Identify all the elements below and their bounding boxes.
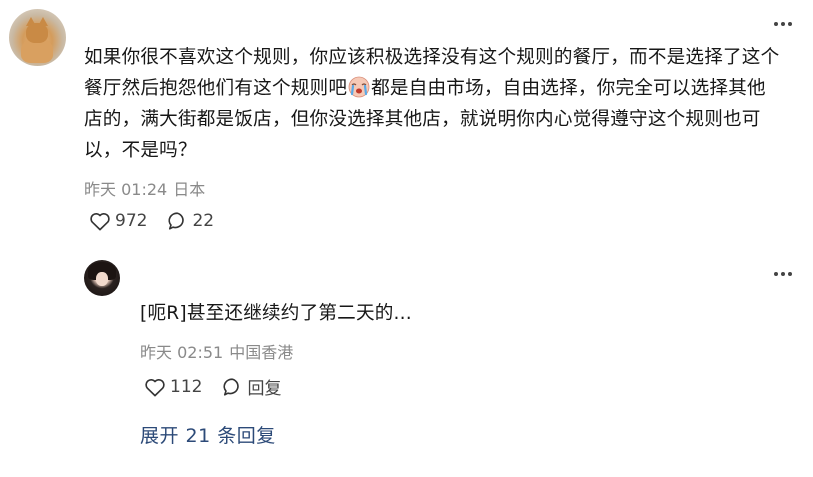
reply-location: 中国香港 <box>229 343 294 362</box>
heart-outline-icon <box>145 378 165 396</box>
reply-actions: 112 回复 <box>144 374 281 399</box>
heart-outline-icon <box>90 213 110 231</box>
reply-like-button[interactable]: 112 <box>144 377 202 397</box>
speech-bubble-icon <box>168 212 185 230</box>
comment-meta: 昨天 01:24 日本 <box>84 176 205 200</box>
reply-count-button[interactable]: 22 <box>167 211 214 231</box>
comment-actions: 972 22 <box>89 211 214 231</box>
reply-like-count: 112 <box>170 376 203 397</box>
comment-location: 日本 <box>173 180 206 199</box>
reply-button-label: 回复 <box>247 379 282 399</box>
comment-thread: 如果你很不喜欢这个规则，你应该积极选择没有这个规则的餐厅，而不是选择了这个餐厅然… <box>0 0 813 477</box>
speech-bubble-icon <box>223 377 240 396</box>
comment-time: 昨天 01:24 <box>84 180 168 199</box>
crying-face-emoji-icon <box>348 76 370 98</box>
reply-time: 昨天 02:51 <box>140 343 224 362</box>
like-count: 972 <box>115 211 148 231</box>
reply-body: [呃R]甚至还继续约了第二天的... <box>140 303 412 324</box>
expand-replies-link[interactable]: 展开 21 条回复 <box>140 421 276 448</box>
more-options-icon[interactable] <box>774 22 792 26</box>
reply-button[interactable]: 回复 <box>222 374 281 399</box>
replier-avatar[interactable] <box>84 260 120 296</box>
reply-count: 22 <box>192 211 215 231</box>
commenter-avatar[interactable] <box>9 9 66 66</box>
reply-meta: 昨天 02:51 中国香港 <box>140 339 293 363</box>
like-button[interactable]: 972 <box>89 211 147 231</box>
reply-more-options-icon[interactable] <box>774 272 792 276</box>
comment-body: 如果你很不喜欢这个规则，你应该积极选择没有这个规则的餐厅，而不是选择了这个餐厅然… <box>84 42 784 166</box>
